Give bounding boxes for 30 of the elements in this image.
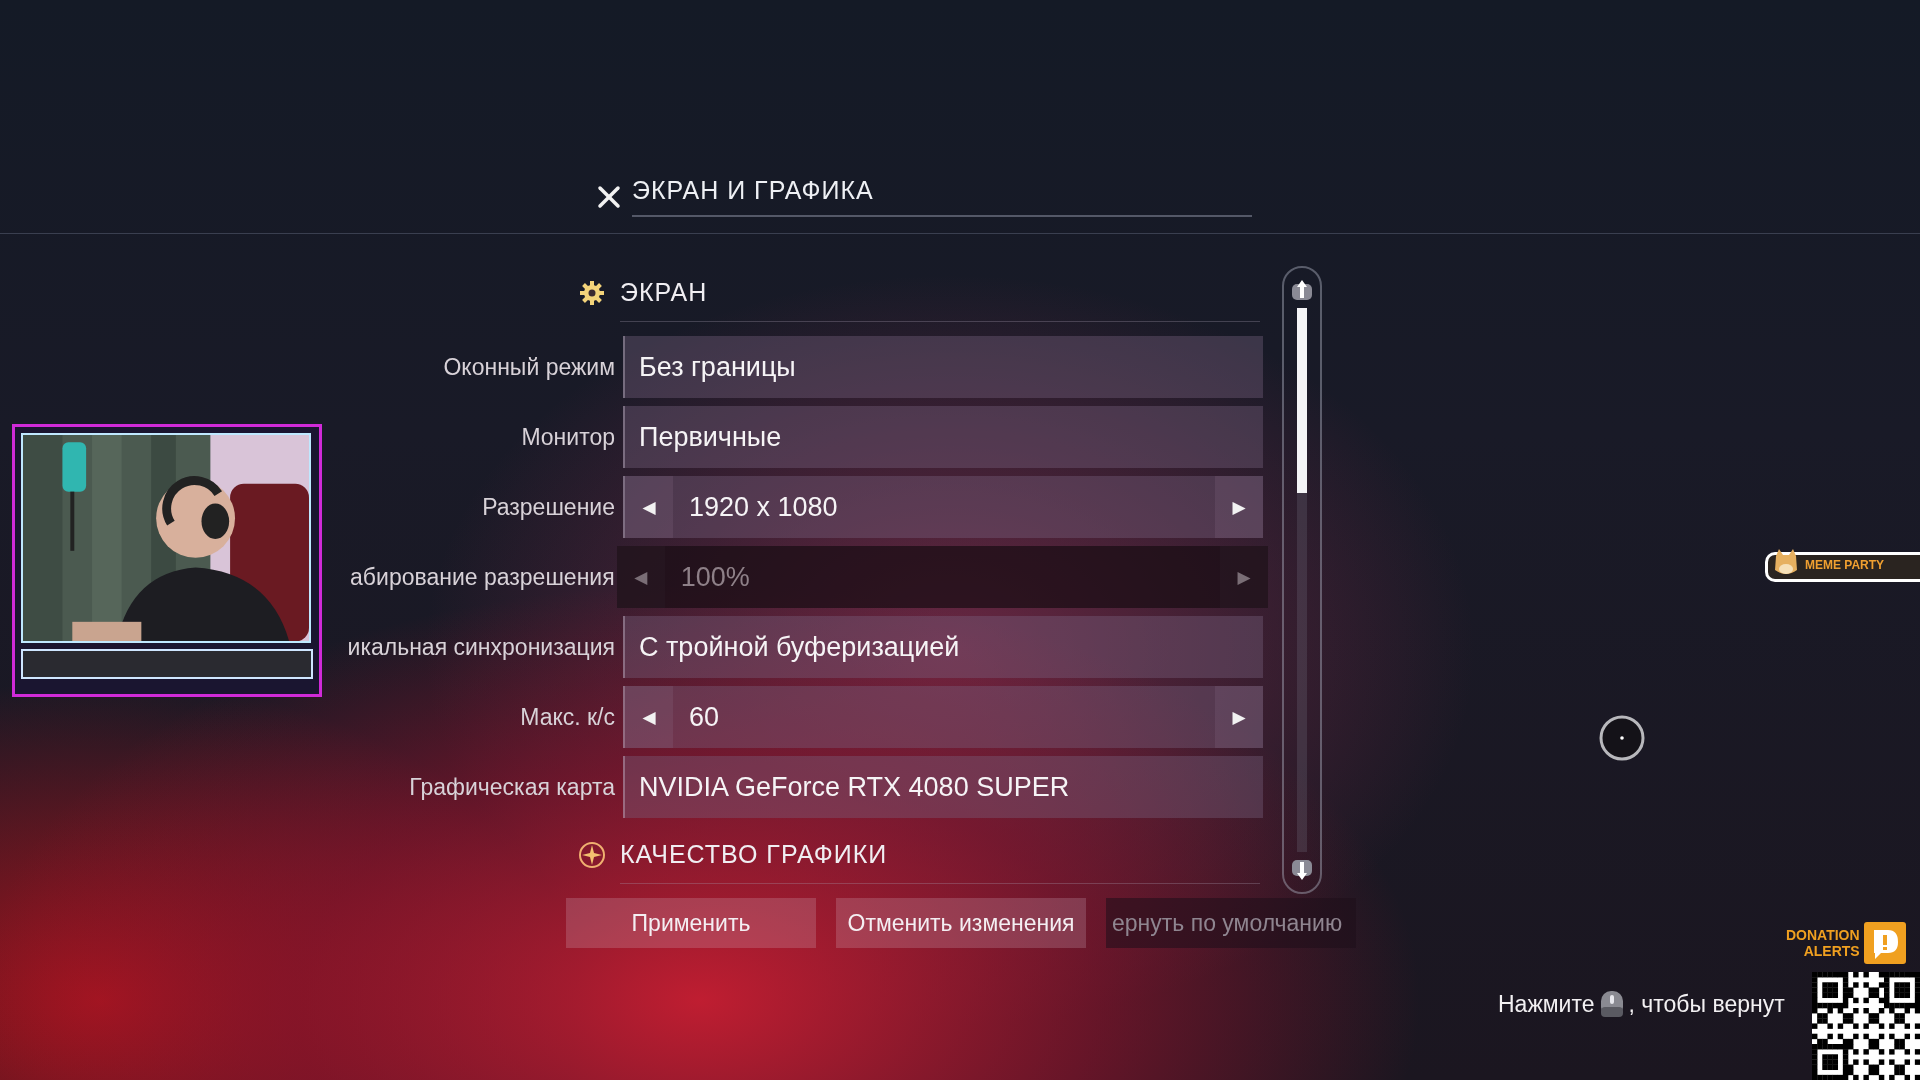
- widget-title: MEME PARTY: [1805, 558, 1885, 572]
- hint-text: , чтобы вернут: [1628, 990, 1785, 1018]
- section-title: ЭКРАН: [620, 278, 708, 307]
- cancel-button[interactable]: Отменить изменения: [836, 898, 1086, 948]
- option-selector[interactable]: С тройной буферизацией: [623, 616, 1263, 678]
- brand-text: DONATION: [1786, 927, 1860, 943]
- value-stepper[interactable]: ◀ 60 ▶: [623, 686, 1263, 748]
- setting-label: икальная синхронизация: [346, 633, 616, 661]
- option-selector[interactable]: Без границы: [623, 336, 1263, 398]
- hint-text: Нажмите: [1498, 990, 1595, 1018]
- previous-button[interactable]: ◀: [625, 476, 673, 538]
- setting-label: Оконный режим: [442, 353, 616, 381]
- brand-text: ALERTS: [1803, 943, 1860, 959]
- setting-label: абирование разрешения: [349, 563, 616, 591]
- section-title: КАЧЕСТВО ГРАФИКИ: [620, 840, 888, 869]
- setting-label: Макс. к/с: [519, 703, 616, 731]
- value-stepper[interactable]: ◀ 1920 x 1080 ▶: [623, 476, 1263, 538]
- option-selector[interactable]: NVIDIA GeForce RTX 4080 SUPER: [623, 756, 1263, 818]
- page-title: ЭКРАН И ГРАФИКА: [632, 176, 1252, 217]
- next-button[interactable]: ▶: [1215, 476, 1263, 538]
- next-button[interactable]: ▶: [1215, 686, 1263, 748]
- setting-label: Разрешение: [481, 493, 616, 521]
- stepper-value: 60: [688, 701, 721, 733]
- apply-button[interactable]: Применить: [566, 898, 816, 948]
- stepper-value: 1920 x 1080: [688, 491, 839, 523]
- previous-button[interactable]: ◀: [625, 686, 673, 748]
- option-selector[interactable]: Первичные: [623, 406, 1263, 468]
- setting-label: Графическая карта: [408, 773, 616, 801]
- stepper-value: 100%: [679, 561, 751, 593]
- setting-label: Монитор: [520, 423, 616, 451]
